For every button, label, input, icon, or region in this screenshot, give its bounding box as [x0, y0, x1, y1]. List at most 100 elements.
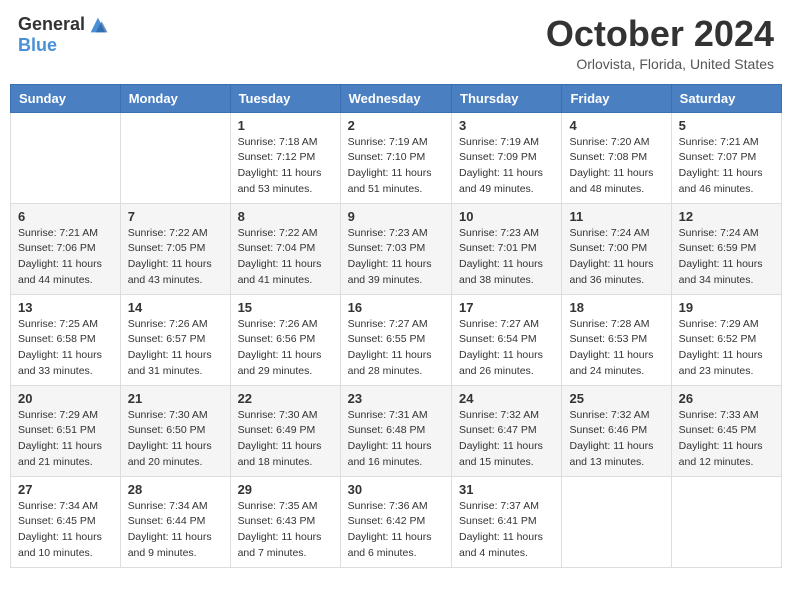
weekday-header-saturday: Saturday	[671, 84, 781, 112]
calendar-cell: 13 Sunrise: 7:25 AMSunset: 6:58 PMDayligh…	[11, 294, 121, 385]
day-info: Sunrise: 7:30 AMSunset: 6:49 PMDaylight:…	[238, 408, 333, 471]
logo: General Blue	[18, 14, 109, 56]
day-info: Sunrise: 7:28 AMSunset: 6:53 PMDaylight:…	[569, 317, 663, 380]
day-info: Sunrise: 7:19 AMSunset: 7:10 PMDaylight:…	[348, 135, 444, 198]
day-number: 20	[18, 391, 113, 406]
day-number: 25	[569, 391, 663, 406]
day-info: Sunrise: 7:35 AMSunset: 6:43 PMDaylight:…	[238, 499, 333, 562]
day-number: 24	[459, 391, 554, 406]
calendar-week-row: 13 Sunrise: 7:25 AMSunset: 6:58 PMDayligh…	[11, 294, 782, 385]
day-number: 22	[238, 391, 333, 406]
calendar-cell: 26Sunrise: 7:33 AMSunset: 6:45 PMDayligh…	[671, 385, 781, 476]
day-number: 30	[348, 482, 444, 497]
day-info: Sunrise: 7:23 AMSunset: 7:01 PMDaylight:…	[459, 226, 554, 289]
calendar-cell	[120, 112, 230, 203]
calendar-cell: 29 Sunrise: 7:35 AMSunset: 6:43 PMDayligh…	[230, 476, 340, 567]
day-number: 3	[459, 118, 554, 133]
calendar-cell: 31Sunrise: 7:37 AMSunset: 6:41 PMDayligh…	[452, 476, 562, 567]
day-info: Sunrise: 7:36 AMSunset: 6:42 PMDaylight:…	[348, 499, 444, 562]
calendar-cell: 8Sunrise: 7:22 AMSunset: 7:04 PMDaylight…	[230, 203, 340, 294]
calendar-cell: 11Sunrise: 7:24 AMSunset: 7:00 PMDayligh…	[562, 203, 671, 294]
logo-general-text: General	[18, 15, 85, 35]
day-number: 2	[348, 118, 444, 133]
day-number: 10	[459, 209, 554, 224]
calendar-cell	[11, 112, 121, 203]
weekday-header-friday: Friday	[562, 84, 671, 112]
calendar-cell: 25 Sunrise: 7:32 AMSunset: 6:46 PMDayligh…	[562, 385, 671, 476]
weekday-header-thursday: Thursday	[452, 84, 562, 112]
day-number: 9	[348, 209, 444, 224]
day-info: Sunrise: 7:26 AMSunset: 6:57 PMDaylight:…	[128, 317, 223, 380]
calendar-table: SundayMondayTuesdayWednesdayThursdayFrid…	[10, 84, 782, 568]
calendar-cell: 18 Sunrise: 7:28 AMSunset: 6:53 PMDayligh…	[562, 294, 671, 385]
day-info: Sunrise: 7:19 AMSunset: 7:09 PMDaylight:…	[459, 135, 554, 198]
calendar-cell: 20 Sunrise: 7:29 AMSunset: 6:51 PMDayligh…	[11, 385, 121, 476]
day-info: Sunrise: 7:26 AMSunset: 6:56 PMDaylight:…	[238, 317, 333, 380]
calendar-cell: 2 Sunrise: 7:19 AMSunset: 7:10 PMDaylight…	[340, 112, 451, 203]
day-number: 29	[238, 482, 333, 497]
day-number: 19	[679, 300, 774, 315]
day-number: 26	[679, 391, 774, 406]
day-info: Sunrise: 7:23 AMSunset: 7:03 PMDaylight:…	[348, 226, 444, 289]
day-info: Sunrise: 7:32 AMSunset: 6:46 PMDaylight:…	[569, 408, 663, 471]
calendar-cell: 17 Sunrise: 7:27 AMSunset: 6:54 PMDayligh…	[452, 294, 562, 385]
weekday-header-tuesday: Tuesday	[230, 84, 340, 112]
day-number: 13	[18, 300, 113, 315]
calendar-cell: 12 Sunrise: 7:24 AMSunset: 6:59 PMDayligh…	[671, 203, 781, 294]
day-number: 12	[679, 209, 774, 224]
calendar-cell: 22 Sunrise: 7:30 AMSunset: 6:49 PMDayligh…	[230, 385, 340, 476]
location-text: Orlovista, Florida, United States	[546, 56, 774, 72]
month-title: October 2024	[546, 14, 774, 54]
calendar-cell: 6 Sunrise: 7:21 AMSunset: 7:06 PMDaylight…	[11, 203, 121, 294]
day-number: 14	[128, 300, 223, 315]
calendar-cell: 30 Sunrise: 7:36 AMSunset: 6:42 PMDayligh…	[340, 476, 451, 567]
calendar-cell: 16Sunrise: 7:27 AMSunset: 6:55 PMDayligh…	[340, 294, 451, 385]
calendar-cell: 23Sunrise: 7:31 AMSunset: 6:48 PMDayligh…	[340, 385, 451, 476]
calendar-cell: 21 Sunrise: 7:30 AMSunset: 6:50 PMDayligh…	[120, 385, 230, 476]
calendar-cell: 10 Sunrise: 7:23 AMSunset: 7:01 PMDayligh…	[452, 203, 562, 294]
day-number: 21	[128, 391, 223, 406]
day-info: Sunrise: 7:25 AMSunset: 6:58 PMDaylight:…	[18, 317, 113, 380]
day-number: 1	[238, 118, 333, 133]
calendar-cell: 27Sunrise: 7:34 AMSunset: 6:45 PMDayligh…	[11, 476, 121, 567]
day-info: Sunrise: 7:27 AMSunset: 6:54 PMDaylight:…	[459, 317, 554, 380]
weekday-header-wednesday: Wednesday	[340, 84, 451, 112]
day-info: Sunrise: 7:29 AMSunset: 6:52 PMDaylight:…	[679, 317, 774, 380]
calendar-cell: 14 Sunrise: 7:26 AMSunset: 6:57 PMDayligh…	[120, 294, 230, 385]
calendar-cell: 5Sunrise: 7:21 AMSunset: 7:07 PMDaylight…	[671, 112, 781, 203]
calendar-cell: 1 Sunrise: 7:18 AMSunset: 7:12 PMDaylight…	[230, 112, 340, 203]
calendar-week-row: 1 Sunrise: 7:18 AMSunset: 7:12 PMDaylight…	[11, 112, 782, 203]
day-info: Sunrise: 7:20 AMSunset: 7:08 PMDaylight:…	[569, 135, 663, 198]
calendar-cell: 4 Sunrise: 7:20 AMSunset: 7:08 PMDaylight…	[562, 112, 671, 203]
calendar-cell: 28 Sunrise: 7:34 AMSunset: 6:44 PMDayligh…	[120, 476, 230, 567]
calendar-cell: 7Sunrise: 7:22 AMSunset: 7:05 PMDaylight…	[120, 203, 230, 294]
calendar-week-row: 20 Sunrise: 7:29 AMSunset: 6:51 PMDayligh…	[11, 385, 782, 476]
calendar-cell	[671, 476, 781, 567]
day-number: 27	[18, 482, 113, 497]
weekday-header-sunday: Sunday	[11, 84, 121, 112]
calendar-cell: 15 Sunrise: 7:26 AMSunset: 6:56 PMDayligh…	[230, 294, 340, 385]
day-number: 4	[569, 118, 663, 133]
calendar-week-row: 27Sunrise: 7:34 AMSunset: 6:45 PMDayligh…	[11, 476, 782, 567]
day-number: 16	[348, 300, 444, 315]
day-number: 15	[238, 300, 333, 315]
day-info: Sunrise: 7:22 AMSunset: 7:04 PMDaylight:…	[238, 226, 333, 289]
day-number: 18	[569, 300, 663, 315]
day-number: 7	[128, 209, 223, 224]
logo-icon	[87, 14, 109, 36]
day-number: 28	[128, 482, 223, 497]
calendar-cell: 3 Sunrise: 7:19 AMSunset: 7:09 PMDaylight…	[452, 112, 562, 203]
day-info: Sunrise: 7:18 AMSunset: 7:12 PMDaylight:…	[238, 135, 333, 198]
day-info: Sunrise: 7:32 AMSunset: 6:47 PMDaylight:…	[459, 408, 554, 471]
day-info: Sunrise: 7:21 AMSunset: 7:06 PMDaylight:…	[18, 226, 113, 289]
weekday-header-row: SundayMondayTuesdayWednesdayThursdayFrid…	[11, 84, 782, 112]
day-info: Sunrise: 7:29 AMSunset: 6:51 PMDaylight:…	[18, 408, 113, 471]
day-number: 6	[18, 209, 113, 224]
title-section: October 2024 Orlovista, Florida, United …	[546, 14, 774, 72]
day-info: Sunrise: 7:34 AMSunset: 6:44 PMDaylight:…	[128, 499, 223, 562]
day-number: 31	[459, 482, 554, 497]
day-number: 11	[569, 209, 663, 224]
day-info: Sunrise: 7:24 AMSunset: 6:59 PMDaylight:…	[679, 226, 774, 289]
day-info: Sunrise: 7:30 AMSunset: 6:50 PMDaylight:…	[128, 408, 223, 471]
day-number: 17	[459, 300, 554, 315]
